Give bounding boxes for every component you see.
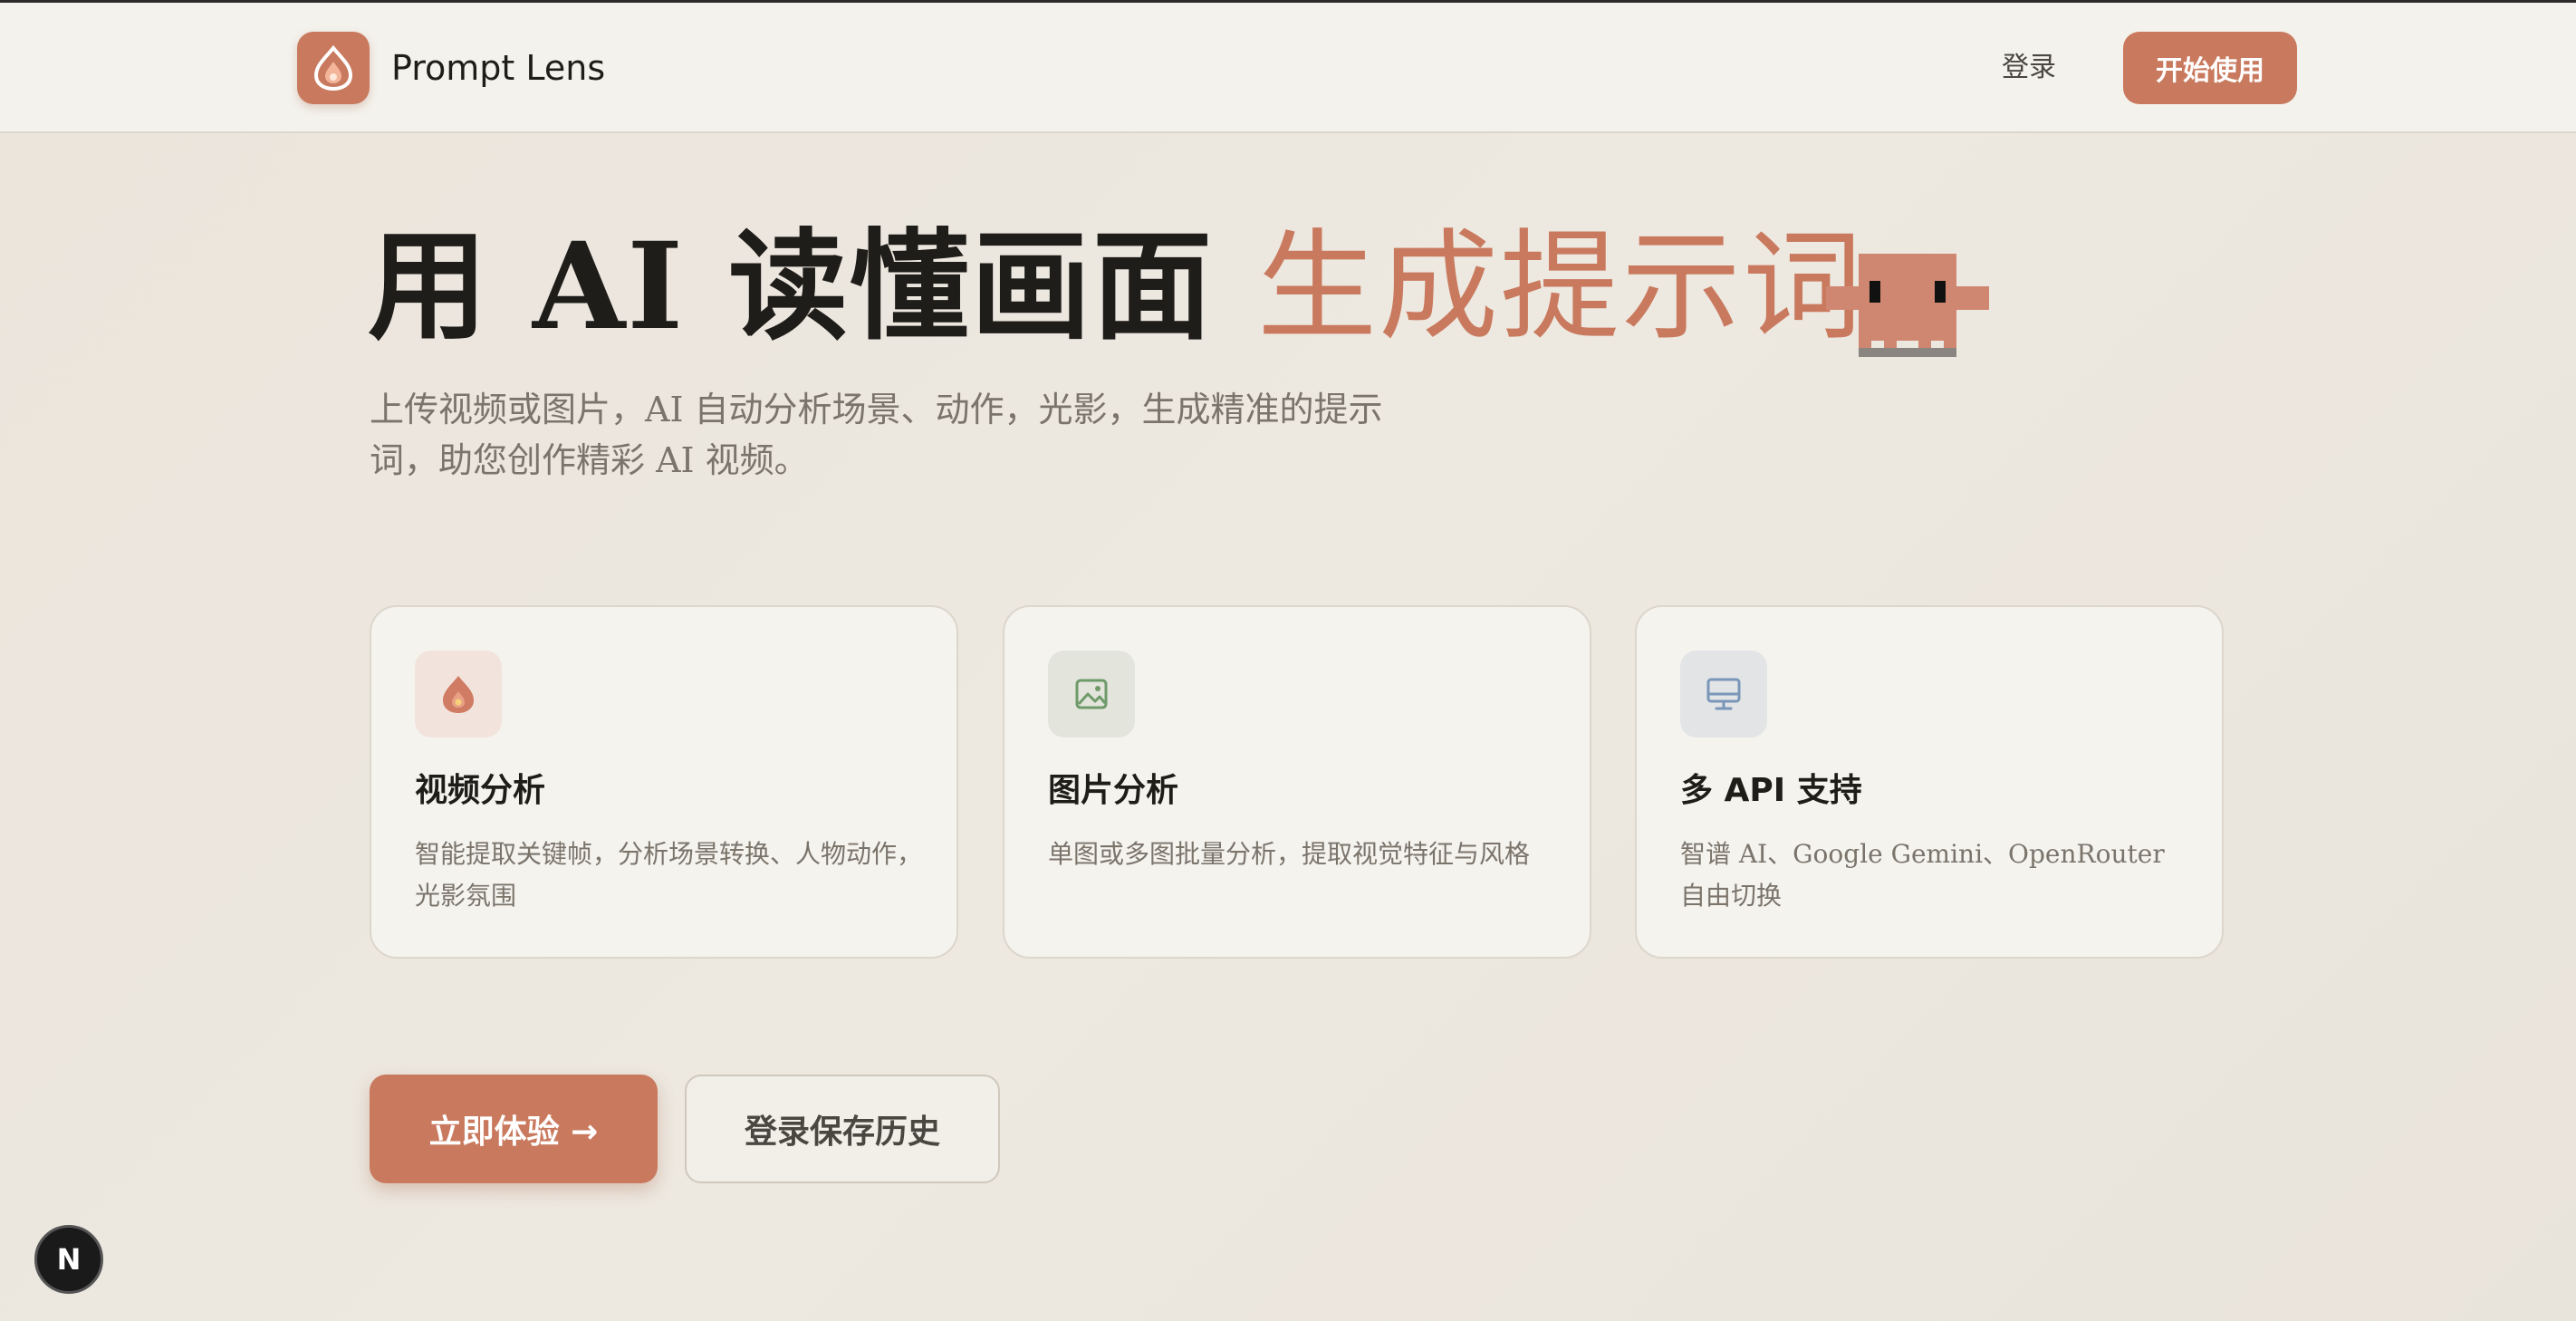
feature-card-image: 图片分析 单图或多图批量分析，提取视觉特征与风格	[1003, 605, 1591, 959]
flame-icon	[313, 45, 353, 91]
hero-subtitle: 上传视频或图片，AI 自动分析场景、动作，光影，生成精准的提示词，助您创作精彩 …	[370, 390, 1383, 480]
app-logo[interactable]	[297, 32, 370, 104]
flame-icon	[443, 676, 474, 713]
try-now-button[interactable]: 立即体验 →	[370, 1075, 658, 1183]
feature-desc: 智能提取关键帧，分析场景转换、人物动作，光影氛围	[415, 839, 923, 911]
feature-card-video: 视频分析 智能提取关键帧，分析场景转换、人物动作，光影氛围	[370, 605, 958, 959]
pixel-mascot-icon	[1826, 254, 1989, 357]
hero-title-main: 用 AI 读懂画面	[368, 217, 1258, 357]
feature-title: 图片分析	[1048, 772, 1179, 809]
feature-icon-box	[415, 651, 502, 738]
image-icon	[1075, 679, 1108, 709]
login-save-history-button[interactable]: 登录保存历史	[685, 1075, 1000, 1183]
hero-title-accent: 生成提示词	[1257, 217, 1865, 357]
feature-icon-box	[1048, 651, 1135, 738]
top-nav: Prompt Lens 登录 开始使用	[0, 3, 2576, 133]
feature-desc: 智谱 AI、Google Gemini、OpenRouter 自由切换	[1680, 839, 2165, 911]
feature-card-api: 多 API 支持 智谱 AI、Google Gemini、OpenRouter …	[1635, 605, 2224, 959]
app-name: Prompt Lens	[391, 48, 606, 88]
feature-title: 多 API 支持	[1680, 772, 1862, 809]
get-started-button[interactable]: 开始使用	[2123, 32, 2297, 104]
feature-title: 视频分析	[415, 772, 546, 809]
feature-icon-box	[1680, 651, 1767, 738]
dev-indicator-button[interactable]: N	[34, 1225, 103, 1294]
feature-desc: 单图或多图批量分析，提取视觉特征与风格	[1048, 839, 1531, 869]
monitor-icon	[1706, 678, 1741, 710]
login-link[interactable]: 登录	[2002, 50, 2056, 86]
hero-title: 用 AI 读懂画面 生成提示词	[368, 217, 1865, 357]
